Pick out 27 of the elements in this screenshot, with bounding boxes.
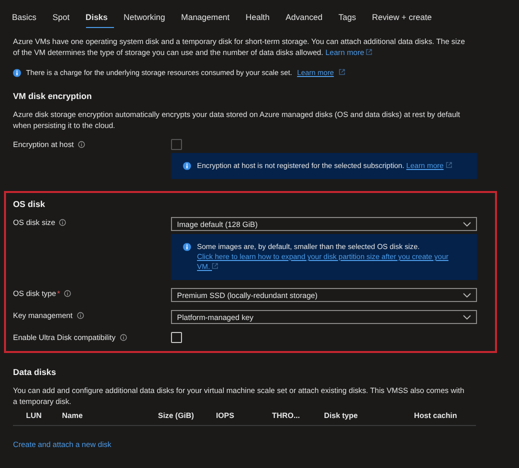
section-heading: OS disk: [13, 199, 46, 209]
info-icon[interactable]: [76, 312, 84, 319]
chevron-down-icon: [463, 292, 471, 298]
tab[interactable]: Disks: [86, 8, 114, 28]
info-icon: [183, 243, 191, 251]
external-link-icon: [446, 162, 452, 168]
tab[interactable]: Networking: [124, 8, 172, 28]
tab[interactable]: Advanced: [286, 8, 328, 28]
tab[interactable]: Health: [246, 8, 276, 28]
tab[interactable]: Tags: [338, 8, 362, 28]
external-link-icon: [338, 68, 345, 74]
info-icon[interactable]: [78, 141, 85, 148]
info-icon[interactable]: [59, 219, 66, 226]
tab[interactable]: Review + create: [372, 8, 438, 28]
external-link-icon: [366, 49, 372, 55]
info-icon[interactable]: [120, 334, 127, 341]
section-heading: Data disks: [13, 367, 57, 377]
chevron-down-icon: [463, 314, 471, 320]
tab[interactable]: Management: [181, 8, 236, 28]
info-icon: [183, 162, 191, 170]
info-icon[interactable]: [64, 290, 72, 297]
section-heading: VM disk encryption: [13, 91, 93, 101]
info-icon: [13, 69, 21, 77]
external-link-icon: [212, 263, 218, 270]
tab[interactable]: Spot: [52, 8, 76, 28]
chevron-down-icon: [463, 222, 471, 226]
tab[interactable]: Basics: [12, 8, 42, 28]
